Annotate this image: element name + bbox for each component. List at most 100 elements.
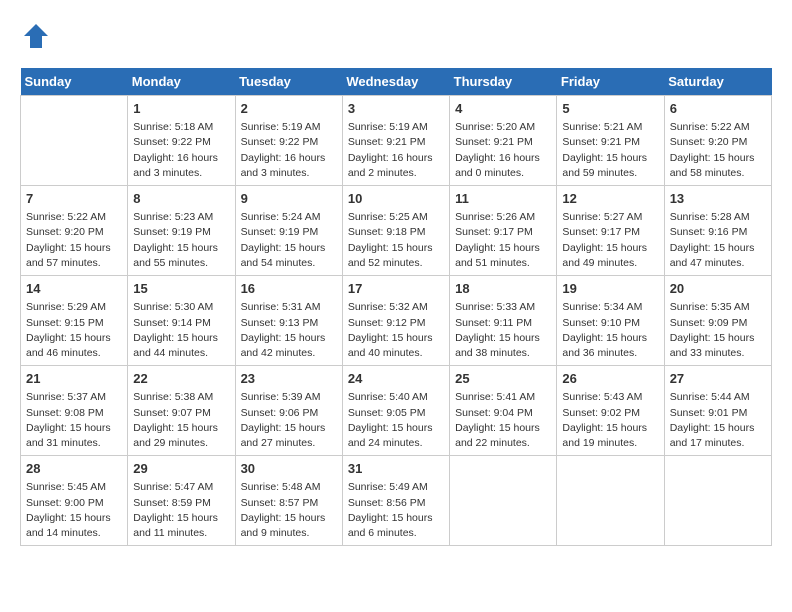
- day-number: 29: [133, 460, 229, 478]
- calendar-cell: 16Sunrise: 5:31 AM Sunset: 9:13 PM Dayli…: [235, 276, 342, 366]
- calendar-cell: 12 Sunrise: 5:27 AM Sunset: 9:17 PM Dayli…: [557, 186, 664, 276]
- day-number: 4: [455, 100, 551, 118]
- day-number: 13: [670, 190, 766, 208]
- day-number: 18: [455, 280, 551, 298]
- day-info: Sunrise: 5:47 AM Sunset: 8:59 PM Dayligh…: [133, 480, 229, 541]
- day-info: Sunrise: 5:25 AM Sunset: 9:18 PM Dayligh…: [348, 210, 444, 271]
- weekday-header-row: SundayMondayTuesdayWednesdayThursdayFrid…: [21, 68, 772, 96]
- day-number: 30: [241, 460, 337, 478]
- weekday-header: Monday: [128, 68, 235, 96]
- calendar-cell: 31 Sunrise: 5:49 AM Sunset: 8:56 PM Dayli…: [342, 456, 449, 546]
- day-number: 2: [241, 100, 337, 118]
- calendar-cell: 2 Sunrise: 5:19 AM Sunset: 9:22 PM Daylig…: [235, 96, 342, 186]
- weekday-header: Wednesday: [342, 68, 449, 96]
- day-info: Sunrise: 5:27 AM Sunset: 9:17 PM Dayligh…: [562, 210, 658, 271]
- calendar-cell: 21 Sunrise: 5:37 AM Sunset: 9:08 PM Dayli…: [21, 366, 128, 456]
- day-number: 25: [455, 370, 551, 388]
- day-number: 24: [348, 370, 444, 388]
- day-info: Sunrise: 5:22 AM Sunset: 9:20 PM Dayligh…: [670, 120, 766, 181]
- calendar-cell: 29 Sunrise: 5:47 AM Sunset: 8:59 PM Dayli…: [128, 456, 235, 546]
- calendar-cell: 23Sunrise: 5:39 AM Sunset: 9:06 PM Dayli…: [235, 366, 342, 456]
- calendar-cell: 8Sunrise: 5:23 AM Sunset: 9:19 PM Daylig…: [128, 186, 235, 276]
- calendar-cell: 24 Sunrise: 5:40 AM Sunset: 9:05 PM Dayli…: [342, 366, 449, 456]
- calendar-cell: [664, 456, 771, 546]
- calendar-cell: 18 Sunrise: 5:33 AM Sunset: 9:11 PM Dayli…: [450, 276, 557, 366]
- day-number: 9: [241, 190, 337, 208]
- day-number: 7: [26, 190, 122, 208]
- day-info: Sunrise: 5:43 AM Sunset: 9:02 PM Dayligh…: [562, 390, 658, 451]
- day-number: 22: [133, 370, 229, 388]
- day-info: Sunrise: 5:24 AM Sunset: 9:19 PM Dayligh…: [241, 210, 337, 271]
- logo-icon: [20, 20, 52, 52]
- calendar-cell: 22 Sunrise: 5:38 AM Sunset: 9:07 PM Dayli…: [128, 366, 235, 456]
- calendar-cell: [557, 456, 664, 546]
- day-info: Sunrise: 5:34 AM Sunset: 9:10 PM Dayligh…: [562, 300, 658, 361]
- day-number: 10: [348, 190, 444, 208]
- calendar-cell: 10 Sunrise: 5:25 AM Sunset: 9:18 PM Dayli…: [342, 186, 449, 276]
- calendar-cell: 7 Sunrise: 5:22 AM Sunset: 9:20 PM Daylig…: [21, 186, 128, 276]
- day-info: Sunrise: 5:22 AM Sunset: 9:20 PM Dayligh…: [26, 210, 122, 271]
- day-info: Sunrise: 5:48 AM Sunset: 8:57 PM Dayligh…: [241, 480, 337, 541]
- calendar-cell: 4 Sunrise: 5:20 AM Sunset: 9:21 PM Daylig…: [450, 96, 557, 186]
- day-info: Sunrise: 5:33 AM Sunset: 9:11 PM Dayligh…: [455, 300, 551, 361]
- day-info: Sunrise: 5:45 AM Sunset: 9:00 PM Dayligh…: [26, 480, 122, 541]
- weekday-header: Tuesday: [235, 68, 342, 96]
- day-number: 12: [562, 190, 658, 208]
- calendar-cell: 1 Sunrise: 5:18 AM Sunset: 9:22 PM Daylig…: [128, 96, 235, 186]
- day-number: 6: [670, 100, 766, 118]
- calendar-table: SundayMondayTuesdayWednesdayThursdayFrid…: [20, 68, 772, 546]
- calendar-cell: 20Sunrise: 5:35 AM Sunset: 9:09 PM Dayli…: [664, 276, 771, 366]
- day-number: 11: [455, 190, 551, 208]
- calendar-cell: 13 Sunrise: 5:28 AM Sunset: 9:16 PM Dayli…: [664, 186, 771, 276]
- weekday-header: Sunday: [21, 68, 128, 96]
- calendar-cell: 14 Sunrise: 5:29 AM Sunset: 9:15 PM Dayli…: [21, 276, 128, 366]
- calendar-cell: 19 Sunrise: 5:34 AM Sunset: 9:10 PM Dayli…: [557, 276, 664, 366]
- calendar-cell: 30 Sunrise: 5:48 AM Sunset: 8:57 PM Dayli…: [235, 456, 342, 546]
- calendar-cell: 11Sunrise: 5:26 AM Sunset: 9:17 PM Dayli…: [450, 186, 557, 276]
- calendar-week-row: 28Sunrise: 5:45 AM Sunset: 9:00 PM Dayli…: [21, 456, 772, 546]
- day-number: 5: [562, 100, 658, 118]
- day-number: 19: [562, 280, 658, 298]
- day-number: 23: [241, 370, 337, 388]
- day-number: 21: [26, 370, 122, 388]
- calendar-week-row: 1 Sunrise: 5:18 AM Sunset: 9:22 PM Daylig…: [21, 96, 772, 186]
- calendar-cell: 5Sunrise: 5:21 AM Sunset: 9:21 PM Daylig…: [557, 96, 664, 186]
- day-info: Sunrise: 5:41 AM Sunset: 9:04 PM Dayligh…: [455, 390, 551, 451]
- weekday-header: Friday: [557, 68, 664, 96]
- page-header: [20, 20, 772, 52]
- calendar-cell: 26Sunrise: 5:43 AM Sunset: 9:02 PM Dayli…: [557, 366, 664, 456]
- weekday-header: Thursday: [450, 68, 557, 96]
- calendar-cell: [21, 96, 128, 186]
- day-info: Sunrise: 5:44 AM Sunset: 9:01 PM Dayligh…: [670, 390, 766, 451]
- calendar-week-row: 7 Sunrise: 5:22 AM Sunset: 9:20 PM Daylig…: [21, 186, 772, 276]
- day-number: 16: [241, 280, 337, 298]
- day-info: Sunrise: 5:18 AM Sunset: 9:22 PM Dayligh…: [133, 120, 229, 181]
- day-info: Sunrise: 5:32 AM Sunset: 9:12 PM Dayligh…: [348, 300, 444, 361]
- day-number: 31: [348, 460, 444, 478]
- day-info: Sunrise: 5:38 AM Sunset: 9:07 PM Dayligh…: [133, 390, 229, 451]
- day-info: Sunrise: 5:19 AM Sunset: 9:21 PM Dayligh…: [348, 120, 444, 181]
- calendar-cell: [450, 456, 557, 546]
- calendar-cell: 15Sunrise: 5:30 AM Sunset: 9:14 PM Dayli…: [128, 276, 235, 366]
- day-number: 14: [26, 280, 122, 298]
- calendar-cell: 9 Sunrise: 5:24 AM Sunset: 9:19 PM Daylig…: [235, 186, 342, 276]
- day-info: Sunrise: 5:19 AM Sunset: 9:22 PM Dayligh…: [241, 120, 337, 181]
- day-number: 1: [133, 100, 229, 118]
- day-number: 27: [670, 370, 766, 388]
- weekday-header: Saturday: [664, 68, 771, 96]
- logo: [20, 20, 56, 52]
- day-info: Sunrise: 5:23 AM Sunset: 9:19 PM Dayligh…: [133, 210, 229, 271]
- calendar-cell: 17Sunrise: 5:32 AM Sunset: 9:12 PM Dayli…: [342, 276, 449, 366]
- calendar-cell: 27 Sunrise: 5:44 AM Sunset: 9:01 PM Dayli…: [664, 366, 771, 456]
- day-info: Sunrise: 5:40 AM Sunset: 9:05 PM Dayligh…: [348, 390, 444, 451]
- day-info: Sunrise: 5:49 AM Sunset: 8:56 PM Dayligh…: [348, 480, 444, 541]
- calendar-cell: 3Sunrise: 5:19 AM Sunset: 9:21 PM Daylig…: [342, 96, 449, 186]
- calendar-cell: 6 Sunrise: 5:22 AM Sunset: 9:20 PM Daylig…: [664, 96, 771, 186]
- day-info: Sunrise: 5:28 AM Sunset: 9:16 PM Dayligh…: [670, 210, 766, 271]
- calendar-cell: 28Sunrise: 5:45 AM Sunset: 9:00 PM Dayli…: [21, 456, 128, 546]
- calendar-week-row: 21 Sunrise: 5:37 AM Sunset: 9:08 PM Dayli…: [21, 366, 772, 456]
- day-info: Sunrise: 5:20 AM Sunset: 9:21 PM Dayligh…: [455, 120, 551, 181]
- day-info: Sunrise: 5:29 AM Sunset: 9:15 PM Dayligh…: [26, 300, 122, 361]
- day-number: 15: [133, 280, 229, 298]
- day-info: Sunrise: 5:37 AM Sunset: 9:08 PM Dayligh…: [26, 390, 122, 451]
